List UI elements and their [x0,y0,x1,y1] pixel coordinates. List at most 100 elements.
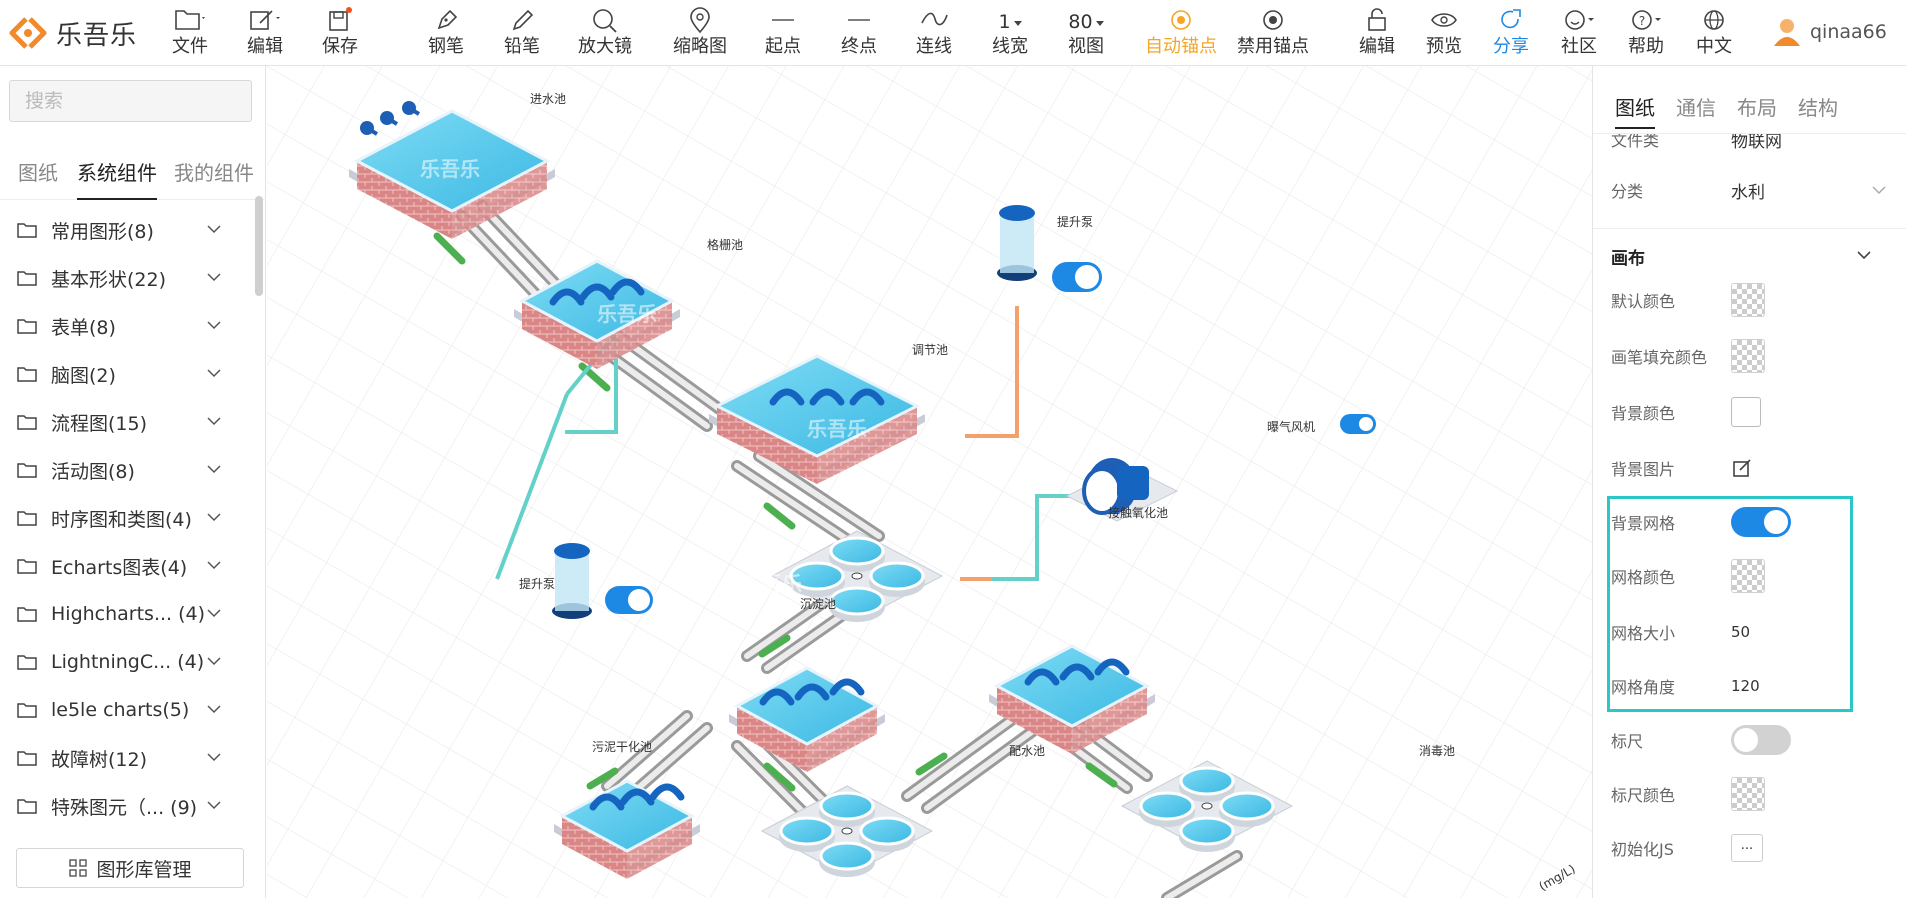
file-menu[interactable]: 文件 [154,7,226,61]
library-category-name: Highcharts... (4) [51,603,206,625]
ruler-color-picker[interactable] [1731,777,1765,811]
search-input[interactable] [9,80,252,122]
clarifier-water [859,816,915,846]
library-category-name: LightningC... (4) [51,651,205,673]
category-row[interactable]: 分类 水利 [1611,170,1891,210]
watermark: 乐吾乐 [420,157,480,181]
logo[interactable]: 乐吾乐 [8,14,137,52]
canvas-label-grid: 格栅池 [707,237,743,252]
library-manage-button[interactable]: 图形库管理 [16,848,244,888]
background-color-label: 背景颜色 [1611,404,1676,423]
edit-mode-button[interactable]: 编辑 [1341,7,1413,61]
pump-toggle-left[interactable] [605,586,653,614]
pen-tool[interactable]: 钢笔 [410,7,482,61]
library-category-item[interactable]: LightningC... (4) [0,638,252,686]
connect-line-tool[interactable]: 连线 [898,7,970,61]
user-menu[interactable]: qinaa66 [1772,16,1887,48]
tab-system-components[interactable]: 系统组件 [77,154,157,200]
community-menu[interactable]: 社区 [1543,7,1615,61]
grid-color-row: 网格颜色 [1611,556,1891,596]
library-category-name: 表单(8) [51,316,116,339]
background-color-row: 背景颜色 [1611,392,1891,432]
view-select[interactable]: 80 视图 [1050,7,1122,61]
background-color-picker[interactable] [1731,397,1761,427]
watermark: 乐吾乐 [742,572,802,596]
save-button[interactable]: 保存 [304,7,376,61]
folder-icon [17,799,37,814]
chevron-down-icon [1872,186,1886,195]
thumbnail-tool[interactable]: 缩略图 [664,7,736,61]
grid-angle-input[interactable]: 120 [1731,677,1760,695]
library-category-name: 流程图(15) [51,412,148,435]
library-category-item[interactable]: Echarts图表(4) [0,542,252,590]
start-arrow-tool[interactable]: 起点 [747,7,819,61]
tab-communication[interactable]: 通信 [1676,92,1716,127]
background-grid-toggle[interactable] [1731,507,1791,537]
library-category-item[interactable]: 时序图和类图(4) [0,494,252,542]
share-button[interactable]: 分享 [1475,7,1547,61]
clarifier-water [819,841,875,871]
library-category-item[interactable]: 活动图(8) [0,446,252,494]
end-arrow-tool[interactable]: 终点 [823,7,895,61]
pen-fill-color-picker[interactable] [1731,339,1765,373]
library-category-item[interactable]: Highcharts... (4) [0,590,252,638]
library-category-item[interactable]: 脑图(2) [0,350,252,398]
background-grid-row: 背景网格 [1611,502,1891,542]
grid-size-input[interactable]: 50 [1731,623,1750,641]
init-js-row: 初始化JS ... [1611,828,1891,868]
drawing-canvas[interactable]: 进水池 格栅池 调节池 提升泵 提升泵 曝气风机 接触氧化池 沉淀池 污泥干化池 配水池 消毒池 (m… [267,66,1592,898]
pump-top-right [997,205,1037,281]
language-menu[interactable]: 中文 [1678,7,1750,61]
disable-anchor-toggle[interactable]: 禁用锚点 [1234,7,1312,61]
library-category-item[interactable]: 基本形状(22) [0,254,252,302]
help-menu[interactable]: ? 帮助 [1610,7,1682,61]
line-width-select[interactable]: 1 线宽 [974,7,1046,61]
library-category-item[interactable]: 表单(8) [0,302,252,350]
preview-button[interactable]: 预览 [1408,7,1480,61]
ruler-color-row: 标尺颜色 [1611,774,1891,814]
properties-tabs: 图纸 通信 布局 结构 [1593,66,1906,134]
target-off-icon [1263,10,1283,30]
end-line-icon [848,19,870,21]
scrollbar[interactable] [255,196,263,296]
pump-toggle[interactable] [1052,262,1102,292]
folder-icon [17,223,37,238]
properties-panel: 图纸 通信 布局 结构 文件类 物联网 分类 水利 画布 默认颜色 画笔填充颜色… [1592,66,1906,898]
start-line-icon [772,19,794,21]
library-category-item[interactable]: 特殊图元（... (9) [0,782,252,830]
default-color-picker[interactable] [1731,283,1765,317]
background-image-label: 背景图片 [1611,460,1676,479]
edit-icon[interactable] [1731,457,1753,479]
tab-drawing[interactable]: 图纸 [1615,92,1655,129]
clarifier-water [829,536,885,566]
magnifier-tool[interactable]: 放大镜 [569,7,641,61]
chevron-down-icon[interactable] [1856,250,1872,260]
auto-anchor-toggle[interactable]: 自动锚点 [1143,7,1219,61]
tab-layout[interactable]: 布局 [1737,92,1777,127]
library-category-item[interactable]: 故障树(12) [0,734,252,782]
blower-toggle[interactable] [1340,414,1376,434]
chevron-down-icon [207,225,221,234]
grid-color-picker[interactable] [1731,559,1765,593]
edit-menu[interactable]: 编辑 [229,7,301,61]
tab-my-components[interactable]: 我的组件 [174,154,254,200]
tab-drawings[interactable]: 图纸 [18,154,58,200]
chevron-down-icon [207,273,221,282]
library-category-item[interactable]: 流程图(15) [0,398,252,446]
library-category-item[interactable]: le5le charts(5) [0,686,252,734]
watermark: 乐吾乐 [807,417,867,441]
username: qinaa66 [1810,21,1887,43]
ruler-toggle[interactable] [1731,725,1791,755]
clarifier-water [869,561,925,591]
canvas-label-blower: 曝气风机 [1267,419,1315,434]
library-category-item[interactable]: 常用图形(8) [0,206,252,254]
smile-icon [1565,10,1594,30]
file-type-row[interactable]: 文件类 物联网 [1611,134,1891,158]
pencil-tool[interactable]: 铅笔 [486,7,558,61]
init-js-button[interactable]: ... [1731,834,1763,862]
eye-icon [1431,13,1457,27]
logo-icon [9,17,47,49]
ruler-color-label: 标尺颜色 [1611,786,1676,805]
tab-structure[interactable]: 结构 [1798,92,1838,127]
canvas-label-sludge: 污泥干化池 [592,740,652,754]
